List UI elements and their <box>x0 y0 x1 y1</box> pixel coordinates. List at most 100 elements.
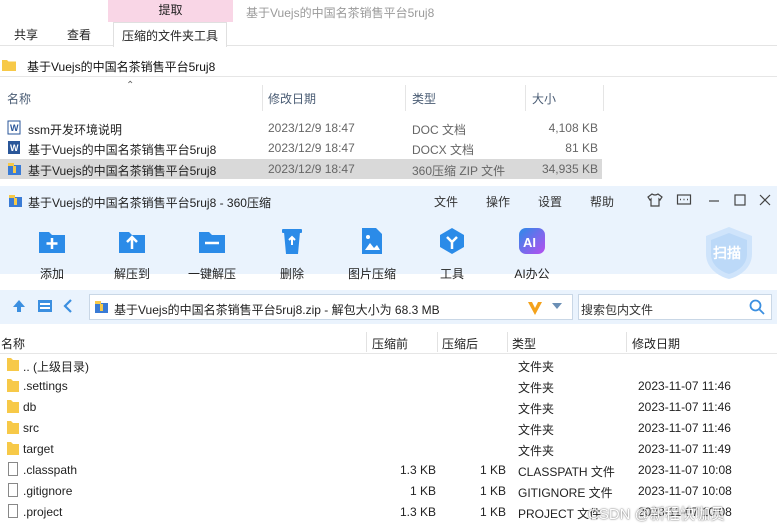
file-type: CLASSPATH 文件 <box>518 465 615 479</box>
file-size: 34,935 KB <box>541 162 598 176</box>
tools-label: 工具 <box>439 267 464 281</box>
ribbon-context-bar: 提取 基于Vuejs的中国名茶销售平台5ruj8 <box>0 0 777 22</box>
table-row[interactable]: .classpath 1.3 KB 1 KB CLASSPATH 文件 2023-11-… <box>0 459 777 480</box>
delete-label: 删除 <box>279 267 304 281</box>
extract-to-button[interactable]: 解压到 <box>97 226 167 284</box>
column-type[interactable]: 类型 <box>512 335 536 352</box>
column-divider[interactable] <box>603 85 604 111</box>
column-divider[interactable] <box>525 85 526 111</box>
view-mode-icon[interactable] <box>38 299 52 313</box>
maximize-icon[interactable] <box>732 192 748 208</box>
file-size: 81 KB <box>565 141 598 155</box>
address-bar[interactable]: 基于Vuejs的中国名茶销售平台5ruj8 <box>0 51 777 77</box>
file-icon <box>8 462 18 476</box>
folder-icon <box>7 442 19 455</box>
file-name: .gitignore <box>23 484 73 498</box>
minimize-icon[interactable] <box>706 192 722 208</box>
file-name: target <box>23 442 54 456</box>
column-divider[interactable] <box>262 85 263 111</box>
tab-extract-context[interactable]: 提取 <box>108 0 233 22</box>
search-icon[interactable] <box>749 299 765 315</box>
file-name: ssm开发环境说明 <box>28 123 122 137</box>
table-row[interactable]: target 文件夹 2023-11-07 11:49 <box>0 438 777 459</box>
search-placeholder: 搜索包内文件 <box>581 303 654 317</box>
column-name[interactable]: 名称 <box>1 335 25 352</box>
search-input[interactable]: 搜索包内文件 <box>578 294 772 320</box>
ai-office-label: AI办公 <box>514 267 550 281</box>
table-row[interactable]: db 文件夹 2023-11-07 11:46 <box>0 396 777 417</box>
file-date: 2023-11-07 11:46 <box>638 400 731 414</box>
tab-compressed-folder-tools[interactable]: 压缩的文件夹工具 <box>113 22 228 47</box>
archive-path-box[interactable]: 基于Vuejs的中国名茶销售平台5ruj8.zip - 解包大小为 68.3 M… <box>89 294 573 320</box>
image-compress-button[interactable]: 图片压缩 <box>337 226 407 284</box>
add-button[interactable]: 添加 <box>17 226 87 284</box>
extract-to-icon <box>119 232 145 253</box>
table-row[interactable]: .settings 文件夹 2023-11-07 11:46 <box>0 375 777 396</box>
file-type: 文件夹 <box>518 402 555 416</box>
column-divider[interactable] <box>626 332 627 352</box>
column-after[interactable]: 压缩后 <box>442 335 478 352</box>
one-click-extract-button[interactable]: 一键解压 <box>177 226 247 284</box>
file-name: src <box>23 421 39 435</box>
delete-button[interactable]: 删除 <box>257 226 327 284</box>
column-divider[interactable] <box>405 85 406 111</box>
column-divider[interactable] <box>437 332 438 352</box>
ai-icon: AI <box>519 228 545 254</box>
table-row[interactable]: .. (上级目录) 文件夹 <box>0 354 777 375</box>
tools-hexagon-icon <box>440 228 464 254</box>
column-divider[interactable] <box>507 332 508 352</box>
size-after: 1 KB <box>479 484 506 498</box>
zip-window-title: 基于Vuejs的中国名茶销售平台5ruj8 - 360压缩 <box>28 196 271 210</box>
close-icon[interactable] <box>757 192 773 208</box>
column-before[interactable]: 压缩前 <box>372 335 408 352</box>
column-size[interactable]: 大小 <box>532 90 556 107</box>
add-label: 添加 <box>39 267 64 281</box>
file-icon <box>8 483 18 497</box>
tools-button[interactable]: 工具 <box>417 226 487 284</box>
word-docx-icon: W <box>8 141 20 154</box>
list-item[interactable]: W ssm开发环境说明 2023/12/9 18:47 DOC 文档 4,108… <box>0 118 602 138</box>
shirt-skin-icon[interactable] <box>647 192 663 208</box>
zip-app-icon <box>9 195 22 207</box>
feedback-icon[interactable] <box>676 192 692 208</box>
column-type[interactable]: 类型 <box>412 90 436 107</box>
list-item-selected[interactable]: 基于Vuejs的中国名茶销售平台5ruj8 2023/12/9 18:47 36… <box>0 159 602 179</box>
menu-help[interactable]: 帮助 <box>590 193 614 210</box>
file-name: .project <box>23 505 63 519</box>
tab-share[interactable]: 共享 <box>14 26 38 43</box>
scan-button[interactable]: 扫描 <box>700 224 758 282</box>
menu-operation[interactable]: 操作 <box>486 193 510 210</box>
chevron-down-icon[interactable] <box>552 303 562 309</box>
column-divider[interactable] <box>366 332 367 352</box>
folder-icon <box>7 421 19 434</box>
file-name: 基于Vuejs的中国名茶销售平台5ruj8 <box>28 164 217 178</box>
table-row[interactable]: src 文件夹 2023-11-07 11:46 <box>0 417 777 438</box>
tab-view[interactable]: 查看 <box>67 26 91 43</box>
word-doc-icon: W <box>7 120 21 135</box>
up-arrow-icon[interactable] <box>12 299 26 313</box>
column-name[interactable]: 名称 <box>7 90 31 107</box>
file-date: 2023-11-07 10:08 <box>638 463 732 477</box>
file-name: 基于Vuejs的中国名茶销售平台5ruj8 <box>28 143 217 157</box>
column-modified[interactable]: 修改日期 <box>268 90 316 107</box>
v-logo-icon[interactable] <box>526 299 544 317</box>
zip-titlebar[interactable]: 基于Vuejs的中国名茶销售平台5ruj8 - 360压缩 文件 操作 设置 帮… <box>0 186 777 216</box>
file-type: 文件夹 <box>518 444 555 458</box>
table-row[interactable]: .gitignore 1 KB 1 KB GITIGNORE 文件 2023-11-07… <box>0 480 777 501</box>
zip-archive-icon <box>8 163 21 175</box>
size-after: 1 KB <box>479 505 506 519</box>
one-click-extract-label: 一键解压 <box>187 267 236 281</box>
list-item[interactable]: W 基于Vuejs的中国名茶销售平台5ruj8 2023/12/9 18:47 … <box>0 138 602 158</box>
column-date[interactable]: 修改日期 <box>632 335 680 352</box>
file-type: DOC 文档 <box>412 123 467 137</box>
add-folder-icon <box>39 232 65 253</box>
image-compress-icon <box>362 228 382 254</box>
size-before: 1 KB <box>409 484 436 498</box>
file-type: 文件夹 <box>518 423 555 437</box>
back-arrow-icon[interactable] <box>62 299 74 313</box>
menu-settings[interactable]: 设置 <box>538 193 562 210</box>
menu-file[interactable]: 文件 <box>434 193 458 210</box>
file-date: 2023-11-07 10:08 <box>638 484 732 498</box>
ai-office-button[interactable]: AI AI办公 <box>497 226 567 284</box>
zip-toolbar: 添加 解压到 一键解压 删除 图片压缩 工具 AI AI办公 <box>0 216 777 281</box>
